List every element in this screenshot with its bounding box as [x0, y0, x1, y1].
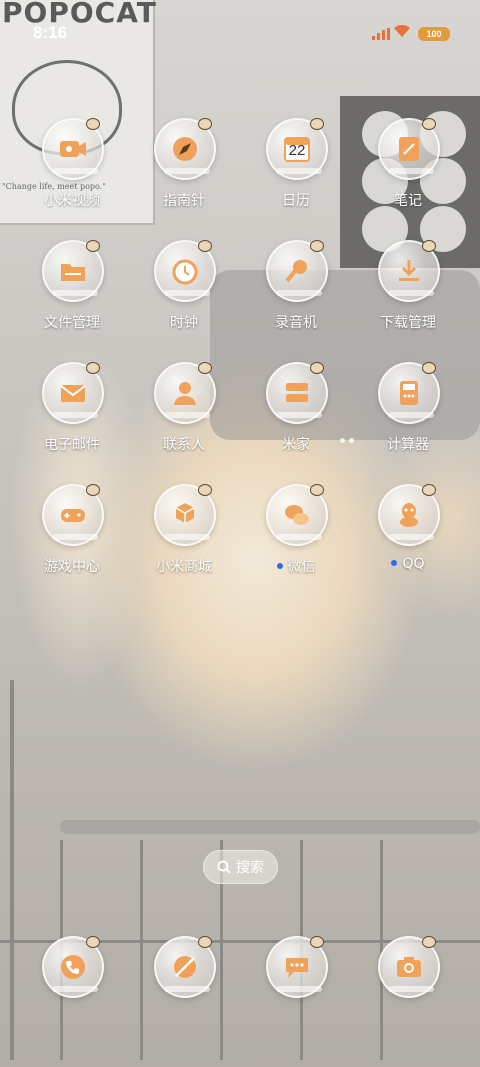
- app-label: 电子邮件: [44, 437, 100, 453]
- app-file-manager[interactable]: 文件管理: [16, 240, 128, 350]
- messages-icon: [286, 958, 308, 978]
- mail-icon: [60, 385, 86, 402]
- dock-messages[interactable]: [240, 936, 352, 1006]
- microphone-icon: [285, 260, 307, 283]
- app-label: 小米商城: [156, 559, 212, 575]
- battery-icon: 100: [418, 27, 450, 41]
- app-recorder[interactable]: 录音机: [240, 240, 352, 350]
- app-label: 录音机: [275, 315, 317, 331]
- app-label: 时钟: [170, 315, 198, 331]
- app-download-manager[interactable]: 下载管理: [352, 240, 464, 350]
- app-wechat[interactable]: 微信: [240, 484, 352, 594]
- wechat-icon: [285, 505, 309, 525]
- store-icon: [175, 503, 195, 523]
- app-label: 笔记: [394, 193, 422, 209]
- calendar-date: 22: [288, 142, 306, 159]
- qq-icon: [400, 503, 418, 527]
- smart-home-icon: [286, 383, 308, 402]
- app-label: 日历: [282, 193, 310, 209]
- app-label: 指南针: [163, 193, 205, 209]
- app-label: 游戏中心: [44, 559, 100, 575]
- download-icon: [399, 260, 419, 281]
- app-mi-home[interactable]: 米家: [240, 362, 352, 472]
- notes-icon: [399, 137, 419, 161]
- search-button[interactable]: 搜索: [203, 850, 278, 884]
- clock-icon: [172, 259, 198, 285]
- app-label: 米家: [282, 437, 310, 453]
- gamepad-icon: [61, 509, 85, 522]
- app-label: 联系人: [163, 437, 205, 453]
- app-contacts[interactable]: 联系人: [128, 362, 240, 472]
- app-calendar[interactable]: 22 日历: [240, 118, 352, 228]
- contacts-icon: [174, 382, 196, 405]
- browser-icon: [174, 956, 196, 978]
- status-time: 8:16: [33, 23, 68, 42]
- compass-icon: [173, 137, 197, 161]
- dock-camera[interactable]: [352, 936, 464, 1006]
- video-icon: [60, 141, 86, 157]
- page-indicator: [340, 438, 354, 443]
- notification-dot: [276, 563, 283, 569]
- search-label: 搜索: [236, 860, 264, 876]
- status-bar: 8:16 100: [0, 0, 480, 48]
- dock-phone[interactable]: [16, 936, 128, 1006]
- cellular-signal-icon: [372, 28, 390, 40]
- app-clock[interactable]: 时钟: [128, 240, 240, 350]
- app-label: 下载管理: [380, 315, 436, 331]
- app-label: 计算器: [387, 437, 429, 453]
- app-email[interactable]: 电子邮件: [16, 362, 128, 472]
- app-notes[interactable]: 笔记: [352, 118, 464, 228]
- app-calculator[interactable]: 计算器: [352, 362, 464, 472]
- app-label: 小米视频: [44, 193, 100, 209]
- folder-icon: [61, 264, 85, 281]
- dock-browser[interactable]: [128, 936, 240, 1006]
- app-qq[interactable]: QQ: [352, 484, 464, 594]
- calculator-icon: [400, 381, 418, 405]
- wifi-icon: [394, 24, 410, 37]
- app-label: 文件管理: [44, 315, 100, 331]
- app-mi-store[interactable]: 小米商城: [128, 484, 240, 594]
- notification-dot: [391, 560, 398, 566]
- app-compass[interactable]: 指南针: [128, 118, 240, 228]
- camera-icon: [397, 957, 421, 977]
- app-label: QQ: [352, 556, 464, 572]
- search-icon: [217, 860, 231, 874]
- app-game-center[interactable]: 游戏中心: [16, 484, 128, 594]
- app-label: 微信: [240, 556, 352, 576]
- app-xiaomi-video[interactable]: 小米视频: [16, 118, 128, 228]
- phone-icon: [61, 955, 85, 979]
